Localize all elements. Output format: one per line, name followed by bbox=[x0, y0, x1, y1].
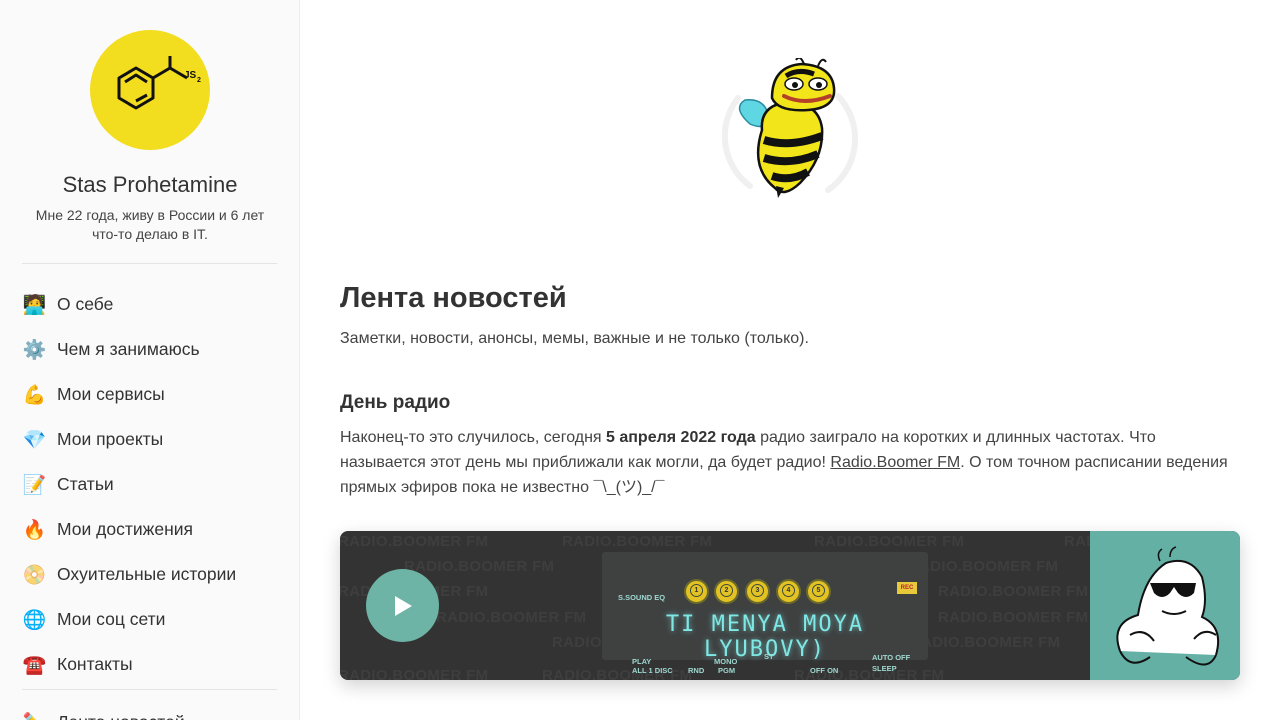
main-content: Лента новостей Заметки, новости, анонсы,… bbox=[340, 0, 1240, 720]
sidebar-nav: 🧑‍💻 О себе ⚙️ Чем я занимаюсь 💪 Мои серв… bbox=[22, 282, 282, 687]
watermark-text: RADIO.BOOMER FM bbox=[814, 533, 965, 550]
sidebar-item-stories[interactable]: 📀 Охуительные истории bbox=[22, 552, 282, 597]
profile-bio: Мне 22 года, живу в России и 6 лет что-т… bbox=[35, 207, 265, 242]
watermark-text: RADIO.BOOMER FM bbox=[910, 634, 1061, 651]
svg-text:2: 2 bbox=[197, 77, 201, 84]
sidebar-item-achievements[interactable]: 🔥 Мои достижения bbox=[22, 507, 282, 552]
sidebar-item-label: Мои соц сети bbox=[57, 609, 166, 629]
sidebar-item-label: Чем я занимаюсь bbox=[57, 339, 200, 359]
page-title: Лента новостей bbox=[340, 282, 567, 314]
sidebar-item-label: Контакты bbox=[57, 654, 133, 674]
watermark-text: RADIO.BOOMER FM bbox=[938, 609, 1089, 626]
sidebar-item-contacts[interactable]: ☎️ Контакты bbox=[22, 642, 282, 687]
svg-text:JS: JS bbox=[184, 70, 197, 81]
disc-4-icon: 4 bbox=[776, 579, 801, 604]
sidebar-item-about[interactable]: 🧑‍💻 О себе bbox=[22, 282, 282, 327]
watermark-text: RADIO.BOOMER FM bbox=[340, 667, 489, 680]
radio-boomer-link[interactable]: Radio.Boomer FM bbox=[830, 454, 960, 471]
flexed-biceps-icon: 💪 bbox=[22, 384, 47, 406]
gear-icon: ⚙️ bbox=[22, 339, 47, 361]
radio-player: RADIO.BOOMER FM RADIO.BOOMER FM RADIO.BO… bbox=[340, 531, 1240, 680]
sidebar-item-label: Охуительные истории bbox=[57, 564, 237, 584]
rec-badge: REC bbox=[897, 582, 917, 594]
radio-display: S.SOUND EQ 1 2 3 4 5 REC TI MENYA MOYA L… bbox=[602, 552, 928, 675]
play-icon bbox=[394, 595, 412, 616]
sidebar-item-articles[interactable]: 📝 Статьи bbox=[22, 462, 282, 507]
disc-2-icon: 2 bbox=[714, 579, 739, 604]
rnd-label: RND bbox=[688, 666, 705, 675]
sidebar-item-news-feed[interactable]: ✏️ Лента новостей bbox=[22, 700, 282, 720]
watermark-text: RADIO.BOOMER FM bbox=[908, 558, 1059, 575]
off-on-label: OFF ON bbox=[810, 666, 839, 675]
sidebar-divider bbox=[22, 689, 277, 690]
album-cover bbox=[1090, 531, 1240, 680]
watermark-text: RADIO.BOOMER FM bbox=[938, 583, 1089, 600]
sidebar-item-what-i-do[interactable]: ⚙️ Чем я занимаюсь bbox=[22, 327, 282, 372]
bee-frog-image bbox=[720, 56, 860, 203]
dvd-icon: 📀 bbox=[22, 564, 47, 586]
play-mode-label: PLAY bbox=[632, 657, 652, 666]
page-subtitle: Заметки, новости, анонсы, мемы, важные и… bbox=[340, 330, 809, 347]
pgm-label: PGM bbox=[718, 666, 736, 675]
st-label: ST bbox=[764, 652, 774, 661]
sidebar-item-services[interactable]: 💪 Мои сервисы bbox=[22, 372, 282, 417]
auto-off-label: AUTO OFF bbox=[872, 653, 911, 662]
all-disc-label: ALL 1 DISC bbox=[632, 666, 673, 675]
globe-icon: 🌐 bbox=[22, 609, 47, 631]
sidebar-item-label: Мои сервисы bbox=[57, 384, 165, 404]
computer-user-icon: 🧑‍💻 bbox=[22, 294, 47, 316]
post-body: Наконец-то это случилось, сегодня 5 апре… bbox=[340, 425, 1240, 500]
sidebar-item-social[interactable]: 🌐 Мои соц сети bbox=[22, 597, 282, 642]
telephone-icon: ☎️ bbox=[22, 654, 47, 676]
post-text-before: Наконец-то это случилось, сегодня bbox=[340, 429, 607, 446]
sidebar-divider bbox=[22, 263, 277, 264]
watermark-text: RADIO.BOOMER FM bbox=[562, 533, 713, 550]
watermark-text: RADIO.BOOMER FM bbox=[404, 558, 555, 575]
post-date: 5 апреля 2022 года bbox=[606, 429, 756, 446]
fire-icon: 🔥 bbox=[22, 519, 47, 541]
gem-icon: 💎 bbox=[22, 429, 47, 451]
pencil-icon: ✏️ bbox=[22, 710, 47, 720]
post-title: День радио bbox=[340, 392, 451, 413]
disc-5-icon: 5 bbox=[806, 579, 831, 604]
watermark-text: RADIO.BOOMER FM bbox=[436, 609, 587, 626]
sidebar-item-projects[interactable]: 💎 Мои проекты bbox=[22, 417, 282, 462]
watermark-text: RADIO.BOOMER FM bbox=[340, 533, 489, 550]
sidebar-item-label: Мои достижения bbox=[57, 519, 193, 539]
sidebar-item-label: Мои проекты bbox=[57, 429, 164, 449]
memo-icon: 📝 bbox=[22, 474, 47, 496]
sidebar: JS 2 Stas Prohetamine Мне 22 года, живу … bbox=[0, 0, 300, 720]
mono-label: MONO bbox=[714, 657, 738, 666]
sidebar-item-label: Статьи bbox=[57, 474, 114, 494]
sidebar-item-label: О себе bbox=[57, 294, 114, 314]
boomer-sunglasses-icon bbox=[1116, 546, 1220, 666]
play-button[interactable] bbox=[366, 569, 439, 642]
avatar[interactable]: JS 2 bbox=[90, 30, 210, 150]
sleep-label: SLEEP bbox=[872, 664, 897, 673]
disc-3-icon: 3 bbox=[745, 579, 770, 604]
disc-1-icon: 1 bbox=[684, 579, 709, 604]
sidebar-item-label: Лента новостей bbox=[57, 712, 185, 720]
amphetamine-molecule-icon: JS 2 bbox=[117, 56, 201, 110]
eq-label: S.SOUND EQ bbox=[618, 593, 666, 602]
profile-name: Stas Prohetamine bbox=[62, 172, 238, 197]
